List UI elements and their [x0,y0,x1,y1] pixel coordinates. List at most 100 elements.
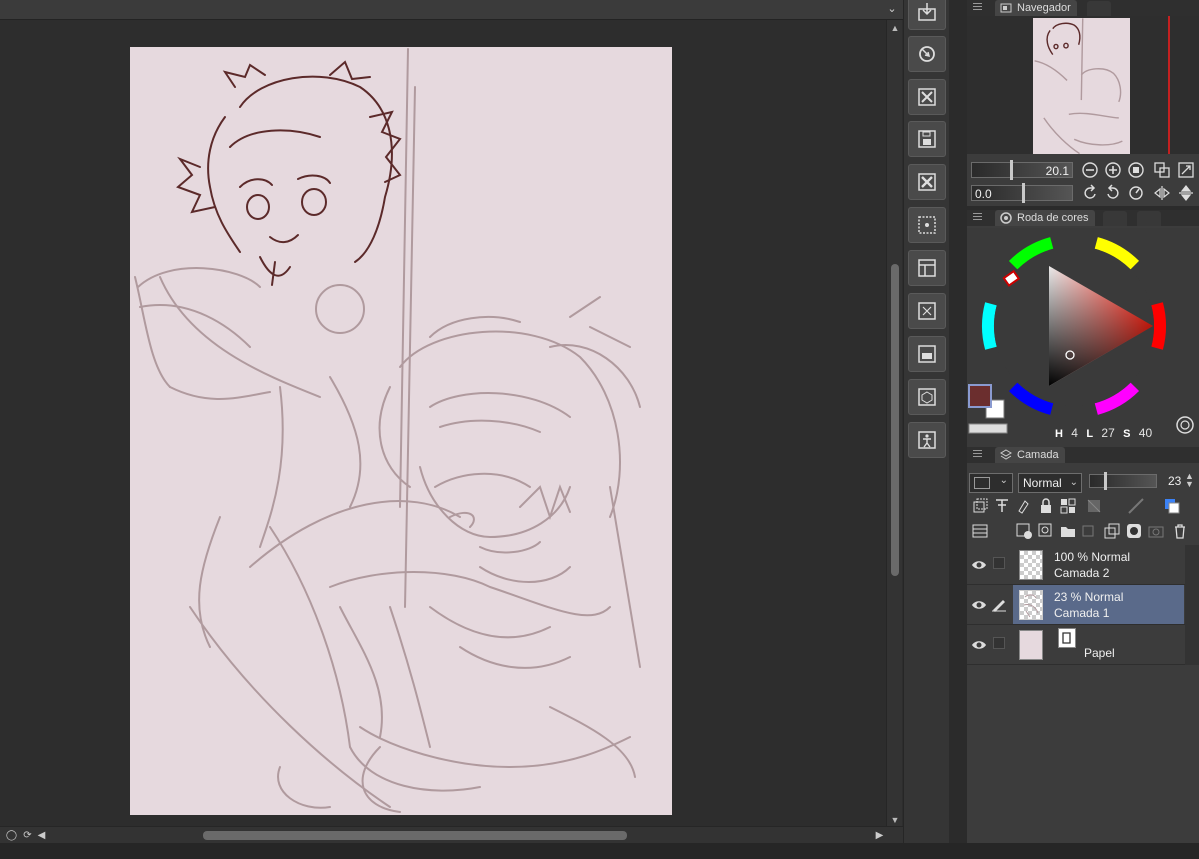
menu-icon[interactable] [973,450,982,459]
clip-icon[interactable] [971,497,989,515]
layer-name: Papel [1084,646,1115,660]
drawing-canvas[interactable] [130,47,672,815]
luminance-label: L [1086,428,1094,440]
layer-row[interactable]: 23 % Normal Camada 1 [967,585,1199,625]
scroll-up-icon[interactable]: ▲ [887,20,903,36]
grid-button[interactable] [908,207,946,243]
flip-vertical-icon[interactable] [1177,184,1195,202]
layer-mask-icon[interactable] [1125,522,1143,540]
navigator-preview[interactable] [967,16,1199,155]
horizontal-scroll-thumb[interactable] [203,831,627,840]
scroll-right-icon[interactable]: ▶ [872,828,887,843]
zoom-slider-knob[interactable] [1010,160,1013,180]
rotation-slider[interactable]: 0.0 [971,183,1073,203]
import-button[interactable] [908,0,946,30]
main-color-swatch[interactable] [968,384,992,408]
3d-button[interactable] [908,379,946,415]
layer-color-select[interactable]: ⌄ [969,473,1013,493]
opacity-stepper[interactable]: ▲ ▼ [1185,472,1194,489]
reset-rotation-icon[interactable] [1127,184,1145,202]
grid-icon [918,216,936,234]
blend-mode-select[interactable]: Normal ⌄ [1018,473,1082,493]
ruler-disabled-icon [1127,497,1145,515]
layer-toolbar-2 [967,520,1199,544]
fit-window-icon[interactable] [1153,161,1171,179]
layer-row[interactable]: Papel [967,625,1199,665]
color-wheel-area[interactable]: H 4 L 27 S 40 [967,228,1199,447]
new-folder-icon[interactable] [1059,522,1077,540]
color-wheel-panel: Roda de cores H 4 L 27 S 40 [967,210,1199,447]
layer-color-mode-icon[interactable] [1163,497,1181,515]
fit-navigator-icon[interactable] [1177,161,1195,179]
eye-icon[interactable] [971,637,987,653]
tab-navigator[interactable]: Navegador [995,0,1077,16]
tab-color-wheel[interactable]: Roda de cores [995,210,1095,226]
reference-layer-icon[interactable] [993,497,1011,515]
target-icon [919,46,935,62]
color-wheel[interactable] [967,228,1199,447]
transform-button[interactable] [908,293,946,329]
menu-icon[interactable] [973,213,982,222]
layer-entry[interactable]: Papel [1013,625,1184,664]
layer-row[interactable]: 100 % Normal Camada 2 [967,545,1199,585]
vertical-scroll-thumb[interactable] [891,264,899,576]
pose-button[interactable] [908,422,946,458]
layer-lock-checkbox[interactable] [993,637,1005,649]
tab-navigator-label: Navegador [1017,2,1071,14]
lock-icon[interactable] [1037,497,1055,515]
hsv-readout: H 4 L 27 S 40 [1055,426,1157,440]
rotate-left-icon[interactable] [1081,184,1099,202]
layer-color-icon [974,477,990,489]
rotate-right-icon[interactable] [1104,184,1122,202]
close-file-button[interactable] [908,79,946,115]
target-button[interactable] [908,36,946,72]
menu-icon[interactable] [973,3,982,12]
zoom-out-icon[interactable] [1081,161,1099,179]
chevron-down-icon[interactable]: ⌄ [885,2,899,16]
clear-button[interactable] [908,164,946,200]
merge-down-icon[interactable] [1103,522,1121,540]
transparent-swatch[interactable] [968,423,1008,434]
rotate-icon[interactable]: ⟳ [20,828,35,843]
delete-layer-icon[interactable] [1171,522,1189,540]
scroll-left-icon[interactable]: ◀ [34,828,49,843]
image-button[interactable] [908,336,946,372]
actual-size-icon[interactable] [1127,161,1145,179]
layer-entry[interactable]: 100 % Normal Camada 2 [1013,545,1184,584]
opacity-slider[interactable] [1089,472,1157,490]
eye-icon[interactable] [971,597,987,613]
draft-layer-icon[interactable] [1015,497,1033,515]
horizontal-scrollbar[interactable]: ◯ ⟳ ◀ ▶ [0,826,903,843]
tab-color-set[interactable] [1103,211,1127,226]
zoom-in-icon[interactable] [1104,161,1122,179]
flip-horizontal-icon[interactable] [1153,184,1171,202]
layer-entry[interactable]: 23 % Normal Camada 1 [1013,585,1184,624]
lock-transparency-icon[interactable] [1059,497,1077,515]
rotation-value: 0.0 [975,187,992,201]
opacity-slider-knob[interactable] [1104,472,1107,490]
vertical-scrollbar[interactable]: ▲ ▼ [886,20,902,828]
blend-mode-value: Normal [1023,476,1062,490]
zoom-value: 20.1 [1045,164,1069,178]
tab-subview[interactable] [1087,1,1111,16]
new-raster-layer-icon[interactable] [1015,522,1033,540]
rotation-slider-knob[interactable] [1022,183,1025,203]
layer-header: Camada [967,447,1199,463]
layer-thumbnail [1019,550,1043,580]
chevron-down-icon: ⌄ [999,475,1008,486]
close-icon [918,173,936,191]
transfer-down-icon [1081,522,1099,540]
new-vector-layer-icon[interactable] [1037,522,1055,540]
layer-properties-icon[interactable] [971,522,989,540]
tab-color-history[interactable] [1137,211,1161,226]
zoom-slider[interactable]: 20.1 [971,160,1073,180]
tab-layer[interactable]: Camada [995,447,1065,463]
layer-list-scrollbar[interactable] [1185,545,1199,665]
rotate-reset-icon[interactable]: ◯ [4,828,19,843]
canvas-area[interactable]: ⌄ ▲ ▼ ◯ ⟳ ◀ ▶ [0,0,903,843]
save-button[interactable] [908,121,946,157]
eye-icon[interactable] [971,557,987,573]
frame-button[interactable] [908,250,946,286]
layer-lock-checkbox[interactable] [993,557,1005,569]
color-space-icon[interactable] [1176,416,1194,434]
